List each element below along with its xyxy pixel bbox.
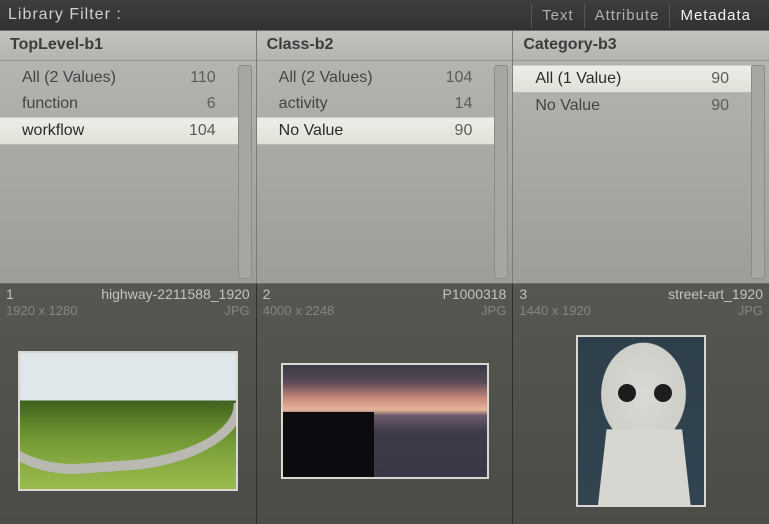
panel-class: Class-b2 All (2 Values) 104 activity 14 … <box>257 31 514 283</box>
thumbnail-cell[interactable]: 2 P1000318 4000 x 2248 JPG <box>257 284 514 524</box>
tab-metadata[interactable]: Metadata <box>669 3 761 28</box>
thumbnail-image[interactable] <box>576 335 706 507</box>
thumb-index: 3 <box>519 286 527 302</box>
list-item[interactable]: workflow 104 <box>0 117 238 145</box>
thumb-dimensions: 1920 x 1280 <box>6 303 78 318</box>
metadata-filter-panels: TopLevel-b1 All (2 Values) 110 function … <box>0 30 769 284</box>
filter-bar: Library Filter : Text Attribute Metadata <box>0 0 769 30</box>
thumb-wrap <box>519 318 763 524</box>
item-count: 104 <box>446 69 473 87</box>
panel-category: Category-b3 All (1 Value) 90 No Value 90 <box>513 31 769 283</box>
thumb-dimensions: 4000 x 2248 <box>263 303 335 318</box>
tab-text[interactable]: Text <box>531 3 584 28</box>
list-item[interactable]: No Value 90 <box>257 117 495 145</box>
item-count: 90 <box>711 70 729 88</box>
list-item[interactable]: All (1 Value) 90 <box>513 65 751 93</box>
item-count: 104 <box>189 122 216 140</box>
thumb-filename: highway-2211588_1920 <box>101 286 249 302</box>
thumb-index: 1 <box>6 286 14 302</box>
thumb-filename: street-art_1920 <box>668 286 763 302</box>
thumbnail-image[interactable] <box>18 351 238 491</box>
scrollbar[interactable] <box>494 65 508 279</box>
item-label: All (2 Values) <box>279 69 373 87</box>
list-item[interactable]: All (2 Values) 110 <box>0 65 238 91</box>
scrollbar[interactable] <box>751 65 765 279</box>
item-label: All (1 Value) <box>535 70 621 88</box>
thumb-filetype: JPG <box>738 303 763 318</box>
thumb-index: 2 <box>263 286 271 302</box>
item-count: 14 <box>455 95 473 113</box>
thumb-dimensions: 1440 x 1920 <box>519 303 591 318</box>
list-item[interactable]: All (2 Values) 104 <box>257 65 495 91</box>
item-label: All (2 Values) <box>22 69 116 87</box>
thumb-filetype: JPG <box>481 303 506 318</box>
thumbnail-cell[interactable]: 1 highway-2211588_1920 1920 x 1280 JPG <box>0 284 257 524</box>
list-item[interactable]: No Value 90 <box>513 93 751 119</box>
list-item[interactable]: activity 14 <box>257 91 495 117</box>
item-label: activity <box>279 95 328 113</box>
filter-list: All (2 Values) 110 function 6 workflow 1… <box>0 61 238 283</box>
panel-toplevel: TopLevel-b1 All (2 Values) 110 function … <box>0 31 257 283</box>
thumbnail-grid: 1 highway-2211588_1920 1920 x 1280 JPG 2… <box>0 284 769 524</box>
item-count: 90 <box>711 97 729 115</box>
filter-list: All (1 Value) 90 No Value 90 <box>513 61 751 283</box>
thumb-filetype: JPG <box>224 303 249 318</box>
panel-header[interactable]: Class-b2 <box>257 31 513 61</box>
item-count: 90 <box>455 122 473 140</box>
tab-attribute[interactable]: Attribute <box>584 3 670 28</box>
item-label: workflow <box>22 122 84 140</box>
item-label: No Value <box>535 97 600 115</box>
thumb-filename: P1000318 <box>443 286 507 302</box>
scrollbar[interactable] <box>238 65 252 279</box>
filter-list: All (2 Values) 104 activity 14 No Value … <box>257 61 495 283</box>
panel-header[interactable]: Category-b3 <box>513 31 769 61</box>
item-label: function <box>22 95 78 113</box>
thumb-wrap <box>263 318 507 524</box>
list-item[interactable]: function 6 <box>0 91 238 117</box>
thumb-wrap <box>6 318 250 524</box>
thumbnail-image[interactable] <box>281 363 489 479</box>
filter-title: Library Filter : <box>8 6 531 24</box>
item-count: 110 <box>190 69 216 87</box>
thumbnail-cell[interactable]: 3 street-art_1920 1440 x 1920 JPG <box>513 284 769 524</box>
item-label: No Value <box>279 122 344 140</box>
panel-header[interactable]: TopLevel-b1 <box>0 31 256 61</box>
item-count: 6 <box>207 95 216 113</box>
